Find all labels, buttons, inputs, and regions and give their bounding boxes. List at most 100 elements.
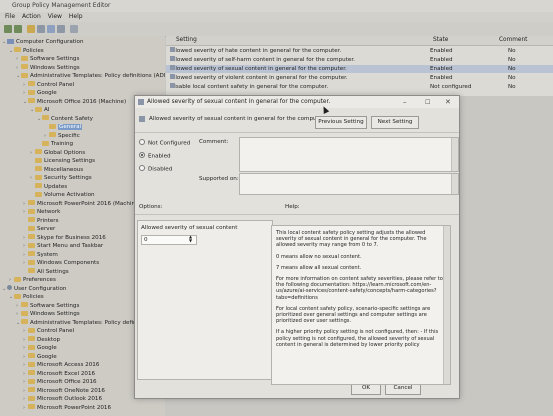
tree-node[interactable]: ⌄ Content Safety: [37, 115, 93, 123]
table-row[interactable]: Allowed severity of sexual content in ge…: [166, 65, 553, 73]
tree-node[interactable]: › Microsoft Excel 2016: [23, 370, 95, 378]
tree-node[interactable]: ⌄ Computer Configuration: [2, 38, 84, 46]
tree-node[interactable]: › Network: [23, 208, 60, 216]
settings-list: Setting State Comment Allowed severity o…: [166, 36, 553, 96]
maximize-icon[interactable]: ☐: [425, 99, 430, 106]
divider: [135, 214, 459, 215]
tree-node[interactable]: ⌄ Administrative Templates: Policy defini…: [16, 319, 145, 327]
filter-icon[interactable]: [70, 25, 78, 33]
folder-icon: [28, 361, 35, 367]
menu-file[interactable]: File: [5, 13, 15, 20]
export-icon[interactable]: [57, 25, 65, 33]
previous-setting-button[interactable]: Previous Setting: [315, 116, 367, 129]
tree-node[interactable]: › Microsoft PowerPoint 2016 (Machine): [23, 200, 141, 208]
table-row[interactable]: Allowed severity of violent content in g…: [166, 74, 553, 82]
help-icon[interactable]: [47, 25, 55, 33]
folder-up-icon[interactable]: [27, 25, 35, 33]
column-setting[interactable]: Setting: [176, 37, 197, 43]
help-scrollbar[interactable]: [443, 226, 450, 384]
table-row[interactable]: Disable local content safety in general …: [166, 83, 553, 91]
setting-cell: Disable local content safety in general …: [170, 83, 328, 91]
tree-node[interactable]: Printers: [23, 217, 59, 225]
tree-node[interactable]: › Software Settings: [16, 55, 79, 63]
tree-node-label: Preferences: [23, 277, 56, 283]
tree-node[interactable]: › Control Panel: [23, 327, 74, 335]
column-state[interactable]: State: [433, 37, 448, 43]
tree-node-label: Microsoft Outlook 2016: [37, 396, 103, 402]
comment-cell: No: [508, 84, 516, 90]
tree-node[interactable]: › Skype for Business 2016: [23, 234, 106, 242]
state-cell: Not configured: [430, 84, 472, 90]
tree-node[interactable]: ⌄ Administrative Templates: Policy defini…: [16, 72, 165, 80]
tree-node[interactable]: › Google: [23, 344, 57, 352]
tree-node[interactable]: › Microsoft OneNote 2016: [23, 387, 105, 395]
tree-node[interactable]: All Settings: [23, 268, 69, 276]
menu-view[interactable]: View: [48, 13, 62, 20]
title-bar: Group Policy Management Editor: [0, 0, 553, 12]
tree-node[interactable]: ⌄ AI: [30, 106, 49, 114]
radio-not-configured[interactable]: Not Configured: [139, 139, 190, 148]
supported-scrollbar[interactable]: [451, 174, 458, 194]
policy-icon: [170, 47, 175, 52]
spinner-arrows-icon[interactable]: ▲ ▼: [189, 235, 192, 243]
tree-node[interactable]: › Desktop: [23, 336, 60, 344]
severity-spinbox[interactable]: 0 ▲ ▼: [141, 235, 197, 245]
tree-node-label: Network: [37, 209, 61, 215]
tree-node[interactable]: › Google: [23, 353, 57, 361]
comment-field[interactable]: [239, 137, 459, 172]
close-icon[interactable]: ✕: [445, 98, 451, 106]
properties-icon[interactable]: [37, 25, 45, 33]
folder-icon: [28, 200, 35, 205]
tree-node[interactable]: › Preferences: [9, 276, 56, 284]
tree-node[interactable]: › Microsoft Outlook 2016: [23, 395, 102, 403]
column-comment[interactable]: Comment: [499, 37, 527, 43]
tree-node[interactable]: › Windows Settings: [16, 310, 80, 318]
folder-icon: [28, 344, 35, 350]
tree-node-label: Miscellaneous: [44, 166, 84, 173]
tree-node[interactable]: › Start Menu and Taskbar: [23, 242, 103, 250]
radio-enabled[interactable]: Enabled: [139, 152, 171, 161]
tree-node[interactable]: › Microsoft Access 2016: [23, 361, 99, 369]
tree-node[interactable]: ⌄ Policies: [9, 47, 44, 55]
tree-node[interactable]: Licensing Settings: [30, 157, 95, 165]
tree-node-label: Policies: [23, 294, 44, 300]
tree-node[interactable]: › Microsoft PowerPoint 2016: [23, 404, 111, 412]
table-row[interactable]: Allowed severity of self-harm content in…: [166, 56, 553, 64]
folder-icon: [28, 404, 35, 409]
tree-node[interactable]: Volume Activation: [30, 191, 95, 199]
setting-cell: Allowed severity of sexual content in ge…: [170, 65, 347, 73]
tree-node[interactable]: › Windows Settings: [16, 64, 80, 72]
state-cell: Enabled: [430, 57, 453, 63]
tree-node[interactable]: General: [44, 123, 83, 131]
minimize-icon[interactable]: –: [403, 98, 407, 106]
tree-node[interactable]: › Software Settings: [16, 302, 79, 310]
comment-scrollbar[interactable]: [451, 138, 458, 171]
tree-node[interactable]: › Security Settings: [30, 174, 92, 182]
tree-node[interactable]: › System: [23, 251, 58, 259]
radio-disabled[interactable]: Disabled: [139, 165, 172, 174]
next-setting-button[interactable]: Next Setting: [371, 116, 419, 129]
folder-icon: [21, 310, 28, 316]
tree-node[interactable]: › Specific: [44, 132, 80, 140]
tree-node-label: Training: [51, 141, 74, 147]
back-icon[interactable]: [4, 25, 12, 33]
tree-node[interactable]: ⌄ User Configuration: [2, 285, 66, 293]
table-row[interactable]: Allowed severity of hate content in gene…: [166, 47, 553, 55]
tree-node[interactable]: › Global Options: [30, 149, 85, 157]
tree-node[interactable]: Training: [37, 140, 73, 148]
tree-node[interactable]: › Microsoft Office 2016: [23, 378, 97, 386]
tree-node-label: Desktop: [37, 336, 61, 343]
tree-node[interactable]: › Google: [23, 89, 57, 97]
menu-action[interactable]: Action: [22, 13, 41, 20]
tree-node[interactable]: ⌄ Policies: [9, 293, 44, 301]
tree-node[interactable]: › Windows Components: [23, 259, 99, 267]
tree-node[interactable]: ⌄ Microsoft Office 2016 (Machine): [23, 98, 126, 106]
tree-node[interactable]: Updates: [30, 183, 67, 191]
tree-node-label: Administrative Templates: Policy definit…: [30, 73, 165, 79]
menu-help[interactable]: Help: [69, 13, 83, 20]
folder-icon: [28, 225, 35, 231]
forward-icon[interactable]: [14, 25, 22, 33]
tree-node[interactable]: Miscellaneous: [30, 166, 83, 174]
tree-node[interactable]: › Control Panel: [23, 81, 74, 89]
tree-node[interactable]: Server: [23, 225, 55, 233]
